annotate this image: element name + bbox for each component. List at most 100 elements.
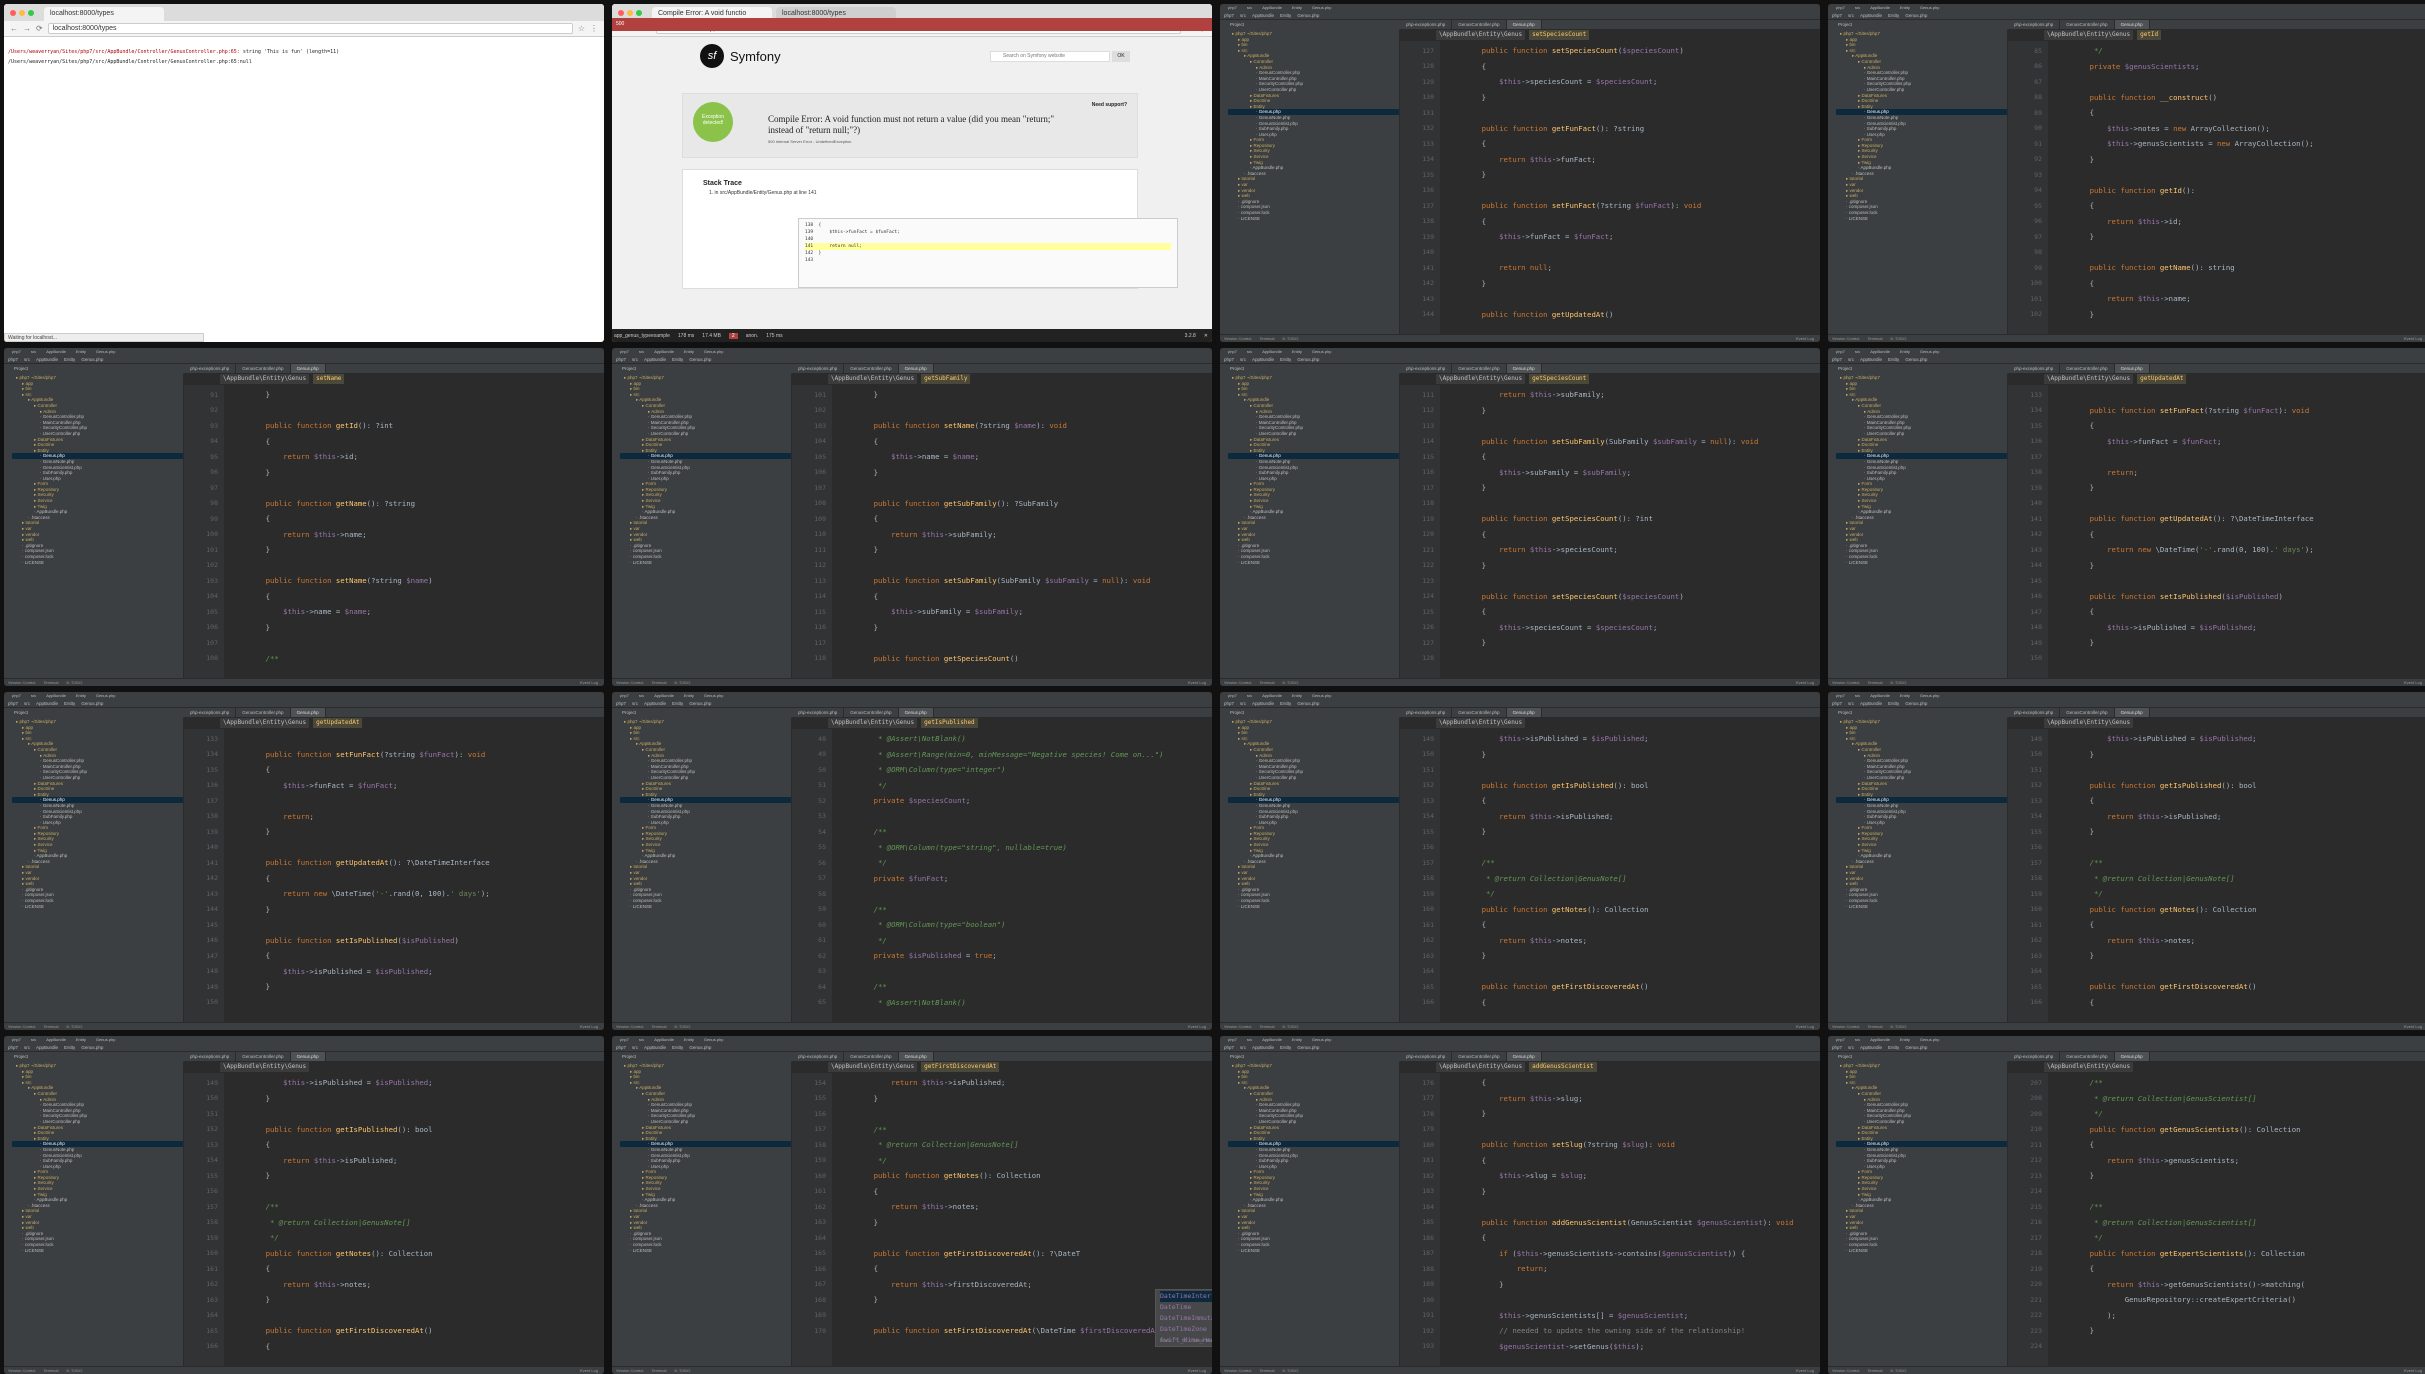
- ide-title-item[interactable]: AppBundle: [654, 692, 674, 699]
- editor-tab[interactable]: php-exceptions.php: [1400, 1052, 1453, 1061]
- code-line[interactable]: 112 }: [1400, 403, 1820, 419]
- tree-file[interactable]: · LICENSE: [1228, 216, 1399, 222]
- code-line[interactable]: 156: [184, 1184, 604, 1200]
- ide-title-item[interactable]: src: [1247, 1036, 1252, 1043]
- ide-title-item[interactable]: Genus.php: [1312, 692, 1332, 699]
- code-line[interactable]: 219 {: [2008, 1261, 2425, 1277]
- breadcrumb-item[interactable]: php7: [1832, 355, 1842, 363]
- code-line[interactable]: 137: [2008, 449, 2425, 465]
- editor-tab[interactable]: Genus.php: [2114, 708, 2150, 717]
- project-panel-label[interactable]: Project: [1828, 364, 2008, 373]
- method-crumb[interactable]: getSpeciesCount: [1529, 374, 1590, 384]
- tool-strip-left[interactable]: [1220, 717, 1228, 1022]
- editor-tab[interactable]: php-exceptions.php: [2008, 1052, 2061, 1061]
- code-line[interactable]: 100 return $this->name;: [184, 527, 604, 543]
- code-editor[interactable]: \AppBundle\Entity\Genus 149 $this->isPub…: [1400, 717, 1820, 1022]
- url-input[interactable]: localhost:8000/types: [47, 23, 573, 34]
- status-tool[interactable]: 6: TODO: [1282, 335, 1298, 342]
- code-line[interactable]: 105 $this->name = $name;: [184, 604, 604, 620]
- code-editor[interactable]: \AppBundle\Entity\Genus 149 $this->isPub…: [184, 1061, 604, 1366]
- ide-title-item[interactable]: AppBundle: [46, 348, 66, 355]
- breadcrumb-item[interactable]: AppBundle: [1860, 1043, 1882, 1051]
- breadcrumb-item[interactable]: Genus.php: [689, 1043, 711, 1051]
- editor-tab[interactable]: GenusController.php: [236, 708, 291, 717]
- code-line[interactable]: 117: [792, 635, 1212, 651]
- code-line[interactable]: 101 return $this->name;: [2008, 291, 2425, 307]
- code-line[interactable]: 48 * @Assert\NotBlank(): [792, 731, 1212, 747]
- tool-strip-left[interactable]: [612, 373, 620, 678]
- editor-tab[interactable]: GenusController.php: [1452, 20, 1507, 29]
- code-line[interactable]: 164: [792, 1230, 1212, 1246]
- code-line[interactable]: 144 }: [2008, 558, 2425, 574]
- ide-title-item[interactable]: src: [1855, 348, 1860, 355]
- code-line[interactable]: 192 // needed to update the owning side …: [1400, 1323, 1820, 1339]
- editor-tab[interactable]: GenusController.php: [2060, 1052, 2115, 1061]
- code-line[interactable]: 93: [2008, 167, 2425, 183]
- tree-file[interactable]: · LICENSE: [1228, 560, 1399, 566]
- code-line[interactable]: 155 }: [2008, 824, 2425, 840]
- code-line[interactable]: 107: [184, 635, 604, 651]
- code-line[interactable]: 142 {: [184, 871, 604, 887]
- editor-tab[interactable]: Genus.php: [898, 708, 934, 717]
- code-line[interactable]: 98 public function getName(): ?string: [184, 496, 604, 512]
- code-line[interactable]: 188 return;: [1400, 1261, 1820, 1277]
- toolbar-memory[interactable]: 17.4 MB: [702, 333, 721, 339]
- code-line[interactable]: 213 }: [2008, 1168, 2425, 1184]
- ide-title-item[interactable]: Entity: [76, 1036, 86, 1043]
- code-line[interactable]: 182 $this->slug = $slug;: [1400, 1168, 1820, 1184]
- code-line[interactable]: 163 }: [1400, 948, 1820, 964]
- editor-tab[interactable]: GenusController.php: [236, 1052, 291, 1061]
- ide-title-item[interactable]: AppBundle: [1870, 1036, 1890, 1043]
- code-editor[interactable]: \AppBundle\Entity\Genus getFirstDiscovere…: [792, 1061, 1212, 1366]
- editor-tab[interactable]: php-exceptions.php: [2008, 708, 2061, 717]
- breadcrumb-item[interactable]: src: [1848, 699, 1854, 707]
- code-line[interactable]: 154 return $this->isPublished;: [2008, 809, 2425, 825]
- code-line[interactable]: 191 $this->genusScientists[] = $genusSci…: [1400, 1308, 1820, 1324]
- breadcrumb-item[interactable]: Genus.php: [1905, 11, 1927, 19]
- editor-tab[interactable]: GenusController.php: [1452, 708, 1507, 717]
- code-line[interactable]: 189 }: [1400, 1277, 1820, 1293]
- code-line[interactable]: 119 public function getSpeciesCount(): ?…: [1400, 511, 1820, 527]
- breadcrumb-item[interactable]: AppBundle: [1860, 699, 1882, 707]
- code-editor[interactable]: \AppBundle\Entity\Genus setName 91 } 92 93 …: [184, 373, 604, 678]
- code-line[interactable]: 61 */: [792, 933, 1212, 949]
- code-line[interactable]: 90 $this->notes = new ArrayCollection();: [2008, 121, 2425, 137]
- breadcrumb-item[interactable]: Genus.php: [1297, 1043, 1319, 1051]
- ide-title-item[interactable]: src: [1855, 1036, 1860, 1043]
- code-line[interactable]: 150 }: [184, 1091, 604, 1107]
- editor-tab[interactable]: GenusController.php: [844, 708, 899, 717]
- code-line[interactable]: 162 return $this->notes;: [1400, 933, 1820, 949]
- ide-title-item[interactable]: php7: [12, 1036, 21, 1043]
- status-tool[interactable]: 6: TODO: [1890, 679, 1906, 686]
- code-line[interactable]: 131: [1400, 105, 1820, 121]
- code-line[interactable]: 159 */: [792, 1153, 1212, 1169]
- code-line[interactable]: 153 {: [1400, 793, 1820, 809]
- code-line[interactable]: 102: [184, 558, 604, 574]
- code-line[interactable]: 106 }: [184, 620, 604, 636]
- event-log-button[interactable]: Event Log: [2404, 335, 2425, 342]
- code-line[interactable]: 146 public function setIsPublished($isPu…: [2008, 589, 2425, 605]
- autocomplete-item[interactable]: DateTime: [1160, 1302, 1212, 1313]
- editor-tab[interactable]: php-exceptions.php: [184, 1052, 237, 1061]
- editor-tab[interactable]: Genus.php: [898, 1052, 934, 1061]
- code-line[interactable]: 121 return $this->speciesCount;: [1400, 542, 1820, 558]
- breadcrumb-item[interactable]: php7: [1224, 1043, 1234, 1051]
- ide-title-item[interactable]: php7: [1228, 348, 1237, 355]
- code-editor[interactable]: \AppBundle\Entity\Genus getUpdatedAt 133 1…: [184, 717, 604, 1022]
- code-line[interactable]: 159 */: [184, 1230, 604, 1246]
- project-panel-label[interactable]: Project: [1220, 364, 1400, 373]
- code-line[interactable]: 101 }: [184, 542, 604, 558]
- code-line[interactable]: 157 /**: [184, 1199, 604, 1215]
- method-crumb[interactable]: getFirstDiscoveredAt: [921, 1062, 1000, 1072]
- code-line[interactable]: 165 public function getFirstDiscoveredAt…: [792, 1246, 1212, 1262]
- event-log-button[interactable]: Event Log: [2404, 679, 2425, 686]
- code-line[interactable]: 140: [2008, 496, 2425, 512]
- ide-title-item[interactable]: src: [31, 692, 36, 699]
- code-line[interactable]: 127 public function setSpeciesCount($spe…: [1400, 43, 1820, 59]
- editor-tab[interactable]: Genus.php: [2114, 1052, 2150, 1061]
- code-line[interactable]: 144 public function getUpdatedAt(): [1400, 307, 1820, 323]
- code-line[interactable]: 139 $this->funFact = $funFact;: [1400, 229, 1820, 245]
- code-line[interactable]: 49 * @Assert\Range(min=0, minMessage="Ne…: [792, 747, 1212, 763]
- code-line[interactable]: 54 /**: [792, 824, 1212, 840]
- code-line[interactable]: 60 * @ORM\Column(type="boolean"): [792, 917, 1212, 933]
